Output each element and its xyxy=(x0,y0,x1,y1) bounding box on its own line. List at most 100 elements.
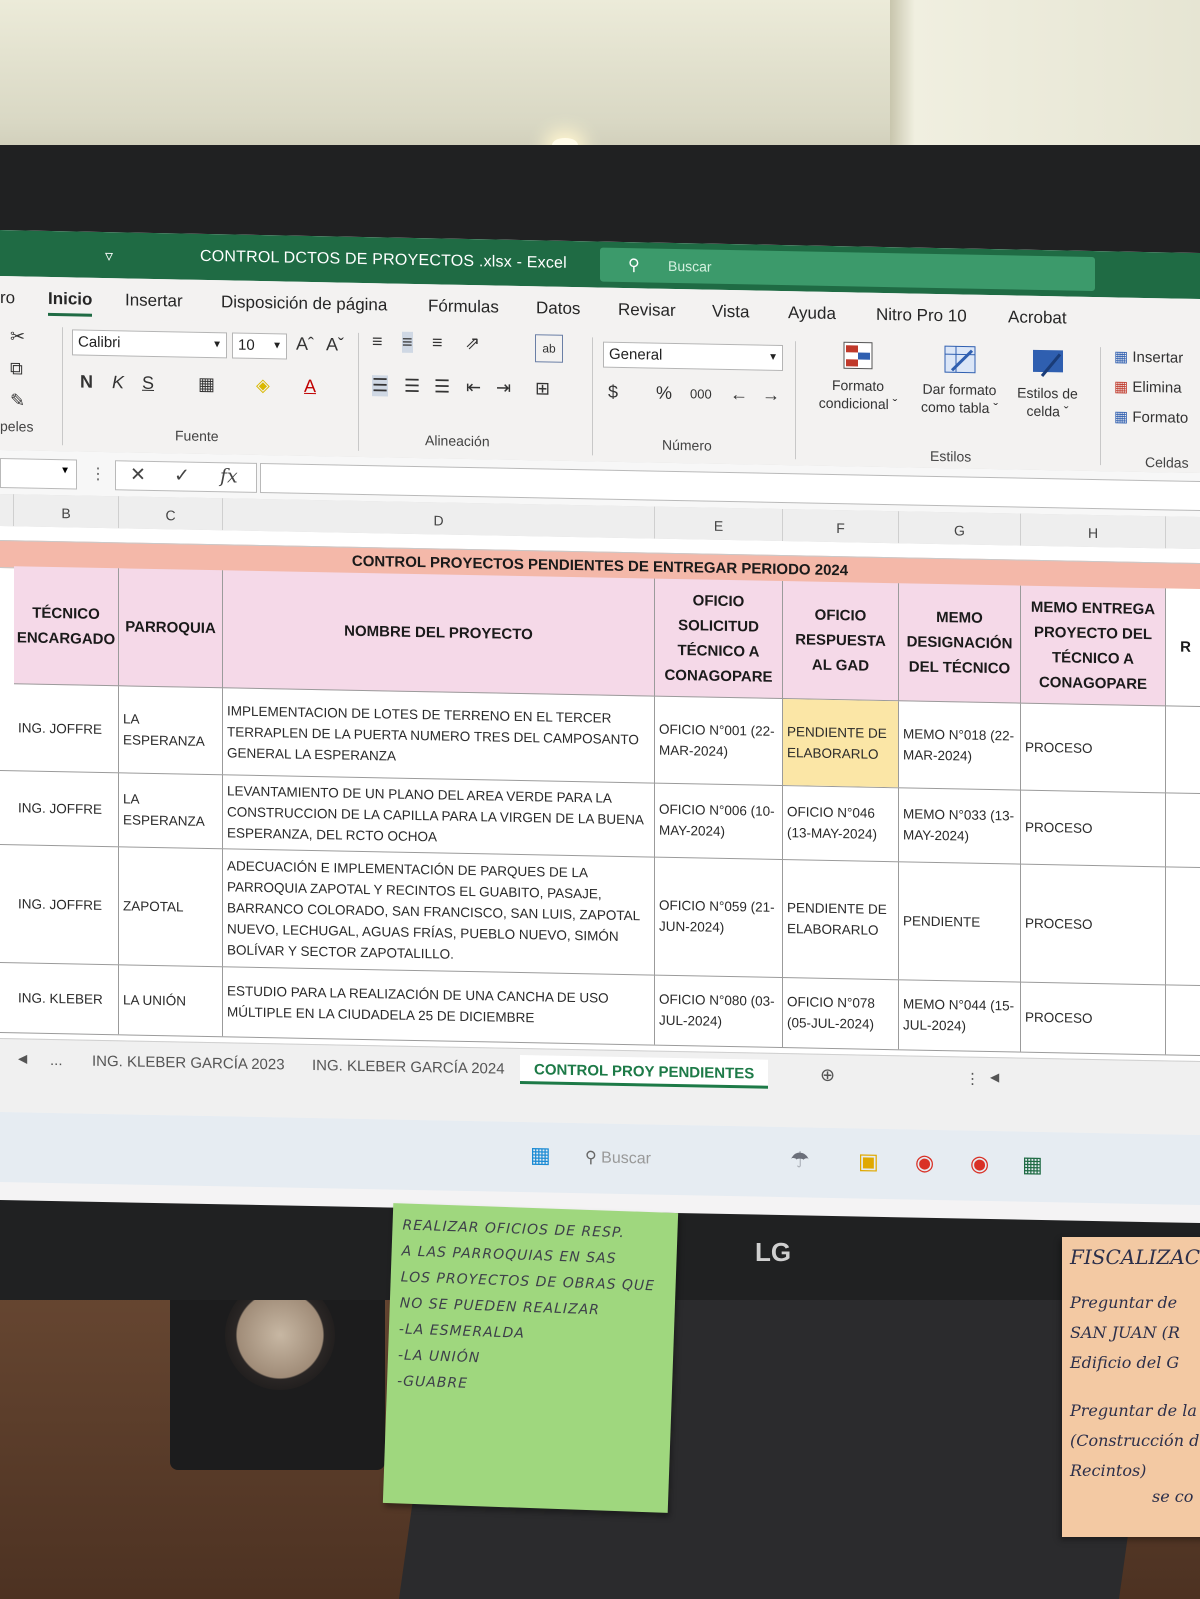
font-color-icon[interactable]: A xyxy=(304,376,316,397)
tab-disposicion[interactable]: Disposición de página xyxy=(221,292,387,315)
cell-tecnico[interactable]: ING. KLEBER xyxy=(14,962,119,1035)
taskbar-app-icon[interactable]: ☂ xyxy=(790,1147,810,1173)
sheet-tab-kleber-2024[interactable]: ING. KLEBER GARCÍA 2024 xyxy=(312,1057,505,1078)
tab-nitro[interactable]: Nitro Pro 10 xyxy=(876,305,967,327)
cell-parroquia[interactable]: LA ESPERANZA xyxy=(119,772,223,849)
more-options-icon[interactable]: ⋮ xyxy=(965,1070,980,1088)
chrome-profile-icon[interactable]: ◉ xyxy=(970,1151,989,1177)
cell-oficio-solicitud[interactable]: OFICIO N°006 (10-MAY-2024) xyxy=(655,782,783,860)
column-header-b[interactable]: B xyxy=(14,494,119,529)
cell-proyecto[interactable]: ESTUDIO PARA LA REALIZACIÓN DE UNA CANCH… xyxy=(223,966,655,1045)
cell-parroquia[interactable]: LA ESPERANZA xyxy=(119,686,223,775)
cell-oficio-solicitud[interactable]: OFICIO N°080 (03-JUL-2024) xyxy=(655,974,783,1048)
cell-oficio-respuesta[interactable]: OFICIO N°046 (13-MAY-2024) xyxy=(783,785,899,862)
cell-memo-entrega[interactable]: PROCESO xyxy=(1021,863,1166,985)
delete-cells-button[interactable]: ▦ Elimina xyxy=(1114,377,1182,396)
header-oficio-solicitud[interactable]: OFICIO SOLICITUD TÉCNICO A CONAGOPARE xyxy=(655,578,783,700)
cell-oficio-respuesta[interactable]: PENDIENTE DE ELABORARLO xyxy=(783,699,899,788)
decrease-decimal-icon[interactable]: → xyxy=(762,385,780,406)
tab-acrobat[interactable]: Acrobat xyxy=(1008,307,1067,328)
cell-oficio-solicitud[interactable]: OFICIO N°059 (21-JUN-2024) xyxy=(655,856,783,978)
wrap-text-icon[interactable]: ab xyxy=(535,334,563,363)
cancel-icon[interactable]: ✕ xyxy=(130,463,146,486)
cell-styles-button[interactable]: Estilos de celda ˇ xyxy=(1010,347,1085,420)
thousands-button[interactable]: 000 xyxy=(690,386,712,401)
cell-proyecto[interactable]: LEVANTAMIENTO DE UN PLANO DEL AREA VERDE… xyxy=(223,774,655,857)
cell-tecnico[interactable]: ING. JOFFRE xyxy=(14,684,119,773)
cell-parroquia[interactable]: ZAPOTAL xyxy=(119,846,223,967)
font-name-select[interactable]: Calibri ▼ xyxy=(72,329,227,359)
cell-memo-entrega[interactable]: PROCESO xyxy=(1021,981,1166,1055)
increase-indent-icon[interactable]: ⇥ xyxy=(496,378,511,399)
italic-button[interactable]: K xyxy=(112,372,124,393)
cell-proyecto[interactable]: IMPLEMENTACION DE LOTES DE TERRENO EN EL… xyxy=(223,688,655,783)
more-options-icon[interactable]: ⋮ xyxy=(90,464,106,484)
insert-cells-button[interactable]: ▦ Insertar xyxy=(1114,347,1183,366)
percent-button[interactable]: % xyxy=(656,383,672,404)
sheet-tab-control-proy-pendientes[interactable]: CONTROL PROY PENDIENTES xyxy=(520,1054,769,1089)
file-explorer-icon[interactable]: ▣ xyxy=(858,1148,879,1174)
shrink-font-button[interactable]: Aˇ xyxy=(326,334,344,355)
grow-font-button[interactable]: Aˆ xyxy=(296,334,314,355)
column-header-g[interactable]: G xyxy=(899,511,1021,546)
cell-memo-designacion[interactable]: PENDIENTE xyxy=(899,861,1021,982)
scroll-left-icon[interactable]: ◀ xyxy=(990,1070,999,1084)
number-format-select[interactable]: General ▼ xyxy=(603,341,783,372)
add-sheet-icon[interactable]: ⊕ xyxy=(820,1065,835,1086)
tab-insertar[interactable]: Insertar xyxy=(125,290,183,311)
column-header-h[interactable]: H xyxy=(1021,513,1166,549)
tab-formulas[interactable]: Fórmulas xyxy=(428,296,499,317)
cell-oficio-respuesta[interactable]: OFICIO N°078 (05-JUL-2024) xyxy=(783,977,899,1050)
cell-memo-designacion[interactable]: MEMO N°033 (13-MAY-2024) xyxy=(899,787,1021,864)
tab-file[interactable]: ro xyxy=(0,288,15,308)
cell-oficio-respuesta[interactable]: PENDIENTE DE ELABORARLO xyxy=(783,859,899,980)
font-size-select[interactable]: 10 ▼ xyxy=(232,332,287,360)
header-memo-designacion[interactable]: MEMO DESIGNACIÓN DEL TÉCNICO xyxy=(899,583,1021,704)
copy-icon[interactable]: ⧉ xyxy=(10,358,23,379)
insert-function-button[interactable]: fx xyxy=(220,465,238,487)
cell-memo-entrega[interactable]: PROCESO xyxy=(1021,789,1166,867)
underline-button[interactable]: S xyxy=(142,373,154,394)
align-right-icon[interactable]: ☰ xyxy=(434,376,450,397)
merge-center-icon[interactable]: ⊞ xyxy=(535,378,550,399)
header-memo-entrega[interactable]: MEMO ENTREGA PROYECTO DEL TÉCNICO A CONA… xyxy=(1021,585,1166,707)
cut-icon[interactable]: ✂ xyxy=(10,326,25,347)
header-parroquia[interactable]: PARROQUIA xyxy=(119,568,223,689)
header-nombre-proyecto[interactable]: NOMBRE DEL PROYECTO xyxy=(223,570,655,697)
format-painter-icon[interactable]: ✎ xyxy=(10,390,25,411)
orientation-icon[interactable]: ⇗ xyxy=(465,333,480,354)
taskbar-search[interactable]: ⚲ Buscar xyxy=(585,1147,651,1168)
sheet-scroll-left-icon[interactable]: ◀ xyxy=(18,1051,27,1065)
tab-vista[interactable]: Vista xyxy=(712,302,750,323)
currency-button[interactable]: $ xyxy=(608,382,618,403)
column-header-c[interactable]: C xyxy=(119,496,223,531)
increase-decimal-icon[interactable]: ← xyxy=(730,384,748,405)
align-top-icon[interactable]: ≡ xyxy=(372,331,383,352)
header-tecnico[interactable]: TÉCNICO ENCARGADO xyxy=(14,566,119,687)
quick-access-dropdown-icon[interactable]: ▿ xyxy=(105,246,113,266)
tab-inicio[interactable]: Inicio xyxy=(48,288,93,317)
enter-icon[interactable]: ✓ xyxy=(174,464,190,487)
chrome-icon[interactable]: ◉ xyxy=(915,1150,934,1176)
decrease-indent-icon[interactable]: ⇤ xyxy=(466,377,481,398)
name-box[interactable]: ▼ xyxy=(0,458,77,490)
header-r[interactable]: R xyxy=(1166,588,1200,708)
align-bottom-icon[interactable]: ≡ xyxy=(432,332,443,353)
sheet-tab-more[interactable]: ... xyxy=(50,1052,63,1069)
column-header-f[interactable]: F xyxy=(783,509,899,544)
cell-memo-designacion[interactable]: MEMO N°018 (22-MAR-2024) xyxy=(899,701,1021,790)
conditional-format-button[interactable]: Formato condicional ˇ xyxy=(808,340,908,414)
header-oficio-respuesta[interactable]: OFICIO RESPUESTA AL GAD xyxy=(783,581,899,702)
tab-datos[interactable]: Datos xyxy=(536,298,580,319)
tab-ayuda[interactable]: Ayuda xyxy=(788,303,836,324)
borders-icon[interactable]: ▦ xyxy=(198,374,215,395)
fill-color-icon[interactable]: ◈ xyxy=(256,375,270,396)
bold-button[interactable]: N xyxy=(80,372,93,393)
format-cells-button[interactable]: ▦ Formato xyxy=(1114,407,1188,426)
excel-taskbar-icon[interactable]: ▦ xyxy=(1022,1152,1043,1178)
cell-memo-entrega[interactable]: PROCESO xyxy=(1021,703,1166,793)
cell-tecnico[interactable]: ING. JOFFRE xyxy=(14,770,119,847)
search-box[interactable]: ⚲ Buscar xyxy=(600,247,1095,292)
windows-start-icon[interactable]: ▦ xyxy=(530,1142,551,1168)
cell-memo-designacion[interactable]: MEMO N°044 (15-JUL-2024) xyxy=(899,979,1021,1052)
